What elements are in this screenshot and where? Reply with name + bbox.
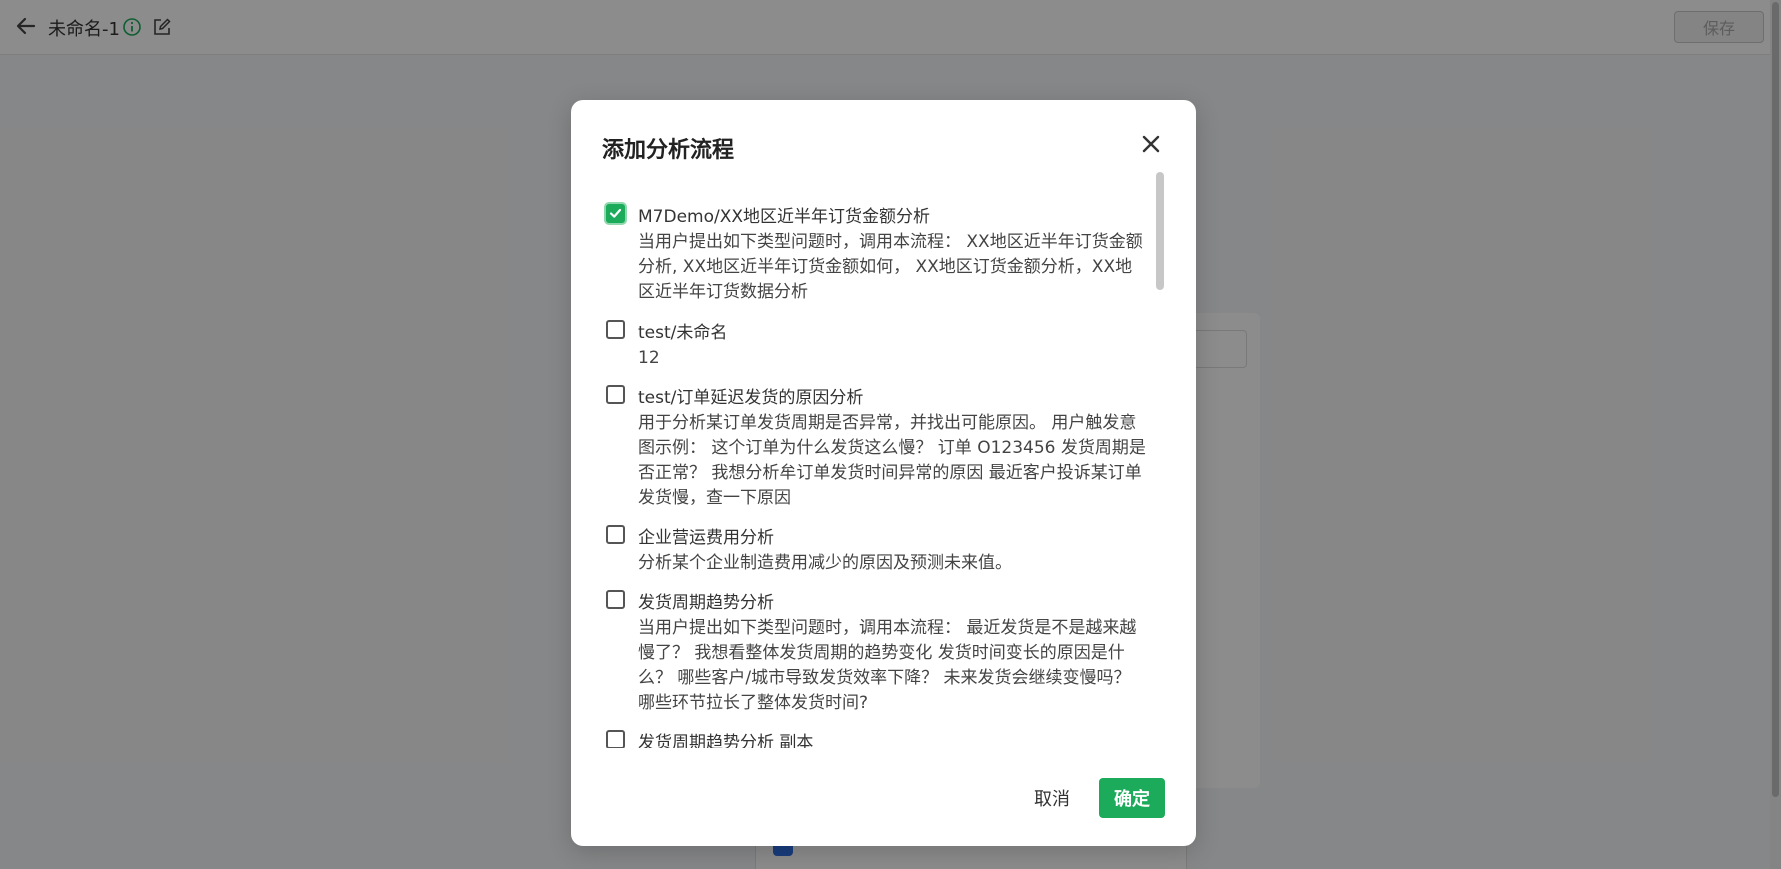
flow-description: 12 xyxy=(638,348,660,368)
flow-checkbox[interactable] xyxy=(606,730,625,748)
list-scrollbar-thumb[interactable] xyxy=(1156,172,1164,290)
flow-description: 分析某个企业制造费用减少的原因及预测未来值。 xyxy=(638,553,1012,573)
flow-title: 企业营运费用分析 xyxy=(638,528,774,548)
list-scrollbar[interactable] xyxy=(1155,172,1165,748)
flow-checkbox[interactable] xyxy=(606,320,625,339)
flow-description: 当用户提出如下类型问题时，调用本流程： XX地区近半年订货金额分析, XX地区近… xyxy=(638,232,1143,302)
confirm-button[interactable]: 确定 xyxy=(1099,778,1165,818)
flow-title: test/订单延迟发货的原因分析 xyxy=(638,388,864,408)
flow-list[interactable]: M7Demo/XX地区近半年订货金额分析 当用户提出如下类型问题时，调用本流程：… xyxy=(602,172,1180,748)
add-flow-dialog: 添加分析流程 M7Demo/XX地区近半年订货金额分析 当用户提出如下类型问题时… xyxy=(571,100,1196,846)
dialog-title: 添加分析流程 xyxy=(602,138,735,163)
flow-title: 发货周期趋势分析 副本 xyxy=(638,733,814,748)
dialog-footer: 取消 确定 xyxy=(571,760,1196,846)
flow-checkbox[interactable] xyxy=(606,590,625,609)
cancel-button[interactable]: 取消 xyxy=(1024,778,1080,818)
flow-title: 发货周期趋势分析 xyxy=(638,593,774,613)
flow-description: 当用户提出如下类型问题时，调用本流程： 最近发货是不是越来越慢了？ 我想看整体发… xyxy=(638,618,1137,713)
flow-checkbox[interactable] xyxy=(606,204,625,223)
flow-description: 用于分析某订单发货周期是否异常，并找出可能原因。 用户触发意图示例： 这个订单为… xyxy=(638,413,1146,508)
check-icon xyxy=(609,208,622,218)
flow-title: test/未命名 xyxy=(638,323,728,343)
close-icon xyxy=(1142,135,1160,153)
app-root: 未命名-1 保存 添加分析流程 M7Demo/XX地区近半年订货金额分析 当用户… xyxy=(0,0,1781,869)
flow-checkbox[interactable] xyxy=(606,385,625,404)
close-button[interactable] xyxy=(1137,130,1165,158)
flow-title: M7Demo/XX地区近半年订货金额分析 xyxy=(638,207,931,227)
flow-checkbox[interactable] xyxy=(606,525,625,544)
